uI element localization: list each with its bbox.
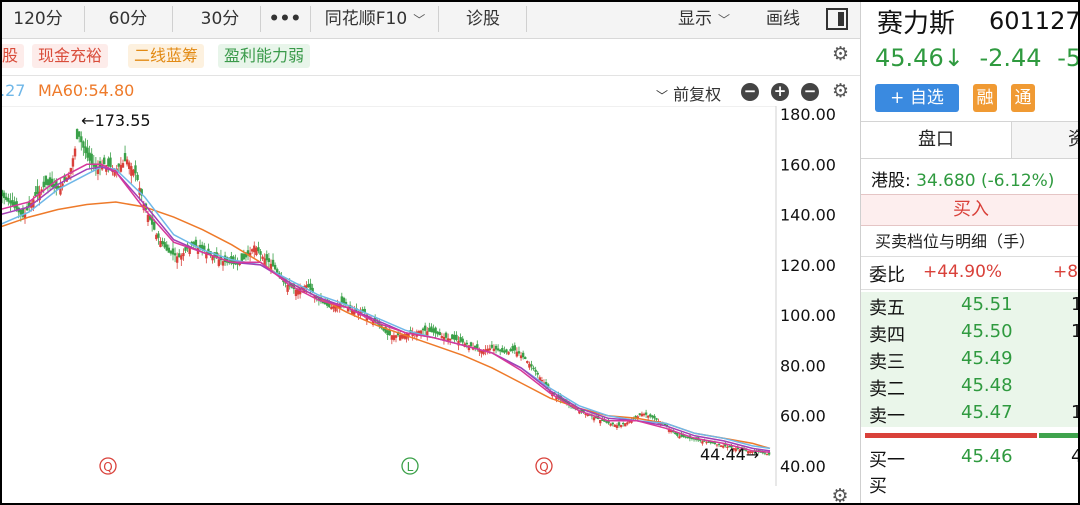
window-frame xyxy=(0,0,1080,505)
